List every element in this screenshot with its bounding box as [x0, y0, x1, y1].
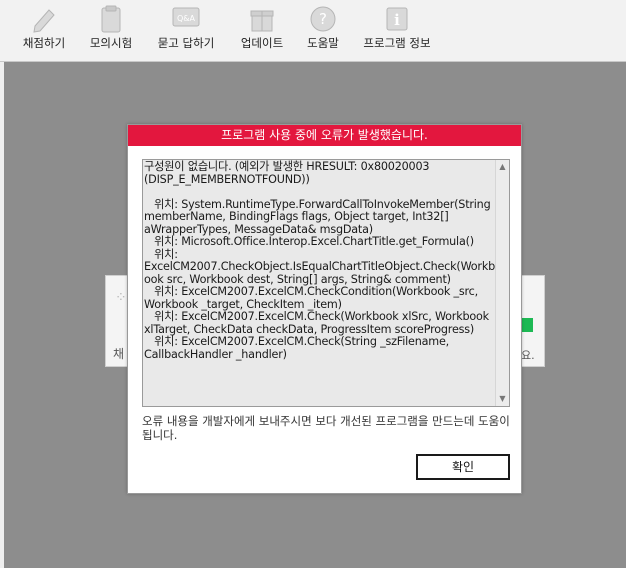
- error-message-text: 구성원이 없습니다. (예외가 발생한 HRESULT: 0x80020003 …: [144, 160, 496, 361]
- spinner-icon: ⁘: [115, 290, 127, 306]
- toolbar-item-update[interactable]: 업데이트: [233, 0, 291, 58]
- qa-icon: Q&A: [172, 7, 200, 27]
- toolbar-item-help[interactable]: ? 도움말: [298, 0, 348, 58]
- error-message-box[interactable]: 구성원이 없습니다. (예외가 발생한 HRESULT: 0x80020003 …: [142, 159, 510, 407]
- ok-button[interactable]: 확인: [416, 454, 510, 480]
- toolbar-item-grading[interactable]: 채점하기: [15, 0, 73, 58]
- progress-indicator: [521, 318, 533, 332]
- error-dialog: 프로그램 사용 중에 오류가 발생했습니다. 구성원이 없습니다. (예외가 발…: [127, 124, 522, 494]
- toolbar: 채점하기 모의시험 Q&A 묻고 답하기 업데이트 ? 도움말 i 프로그램 정…: [0, 0, 626, 62]
- toolbar-item-program-info[interactable]: i 프로그램 정보: [356, 0, 438, 58]
- info-icon: i: [386, 7, 408, 31]
- clipboard-icon: [101, 5, 121, 33]
- scroll-up-icon[interactable]: ▲: [496, 160, 509, 174]
- gift-icon: [250, 10, 274, 32]
- dialog-footnote: 오류 내용을 개발자에게 보내주시면 보다 개선된 프로그램을 만드는데 도움이…: [142, 414, 510, 442]
- underlying-text-left: 채: [113, 347, 125, 361]
- svg-text:Q&A: Q&A: [177, 14, 196, 23]
- scrollbar[interactable]: ▲ ▼: [495, 160, 509, 406]
- left-edge: [0, 62, 4, 568]
- toolbar-item-qa[interactable]: Q&A 묻고 답하기: [150, 0, 222, 58]
- help-icon: ?: [310, 6, 336, 32]
- toolbar-item-mock-test[interactable]: 모의시험: [82, 0, 140, 58]
- dialog-title: 프로그램 사용 중에 오류가 발생했습니다.: [128, 125, 521, 146]
- svg-text:?: ?: [319, 10, 327, 28]
- toolbar-label: 프로그램 정보: [363, 36, 431, 50]
- svg-text:i: i: [394, 11, 400, 29]
- toolbar-label: 모의시험: [89, 36, 133, 50]
- underlying-text-right: 요.: [521, 349, 535, 362]
- pencil-icon: [33, 9, 55, 33]
- scroll-down-icon[interactable]: ▼: [496, 392, 509, 406]
- toolbar-label: 업데이트: [240, 36, 284, 50]
- toolbar-label: 도움말: [307, 36, 339, 50]
- toolbar-label: 채점하기: [22, 36, 66, 50]
- toolbar-label: 묻고 답하기: [157, 36, 215, 50]
